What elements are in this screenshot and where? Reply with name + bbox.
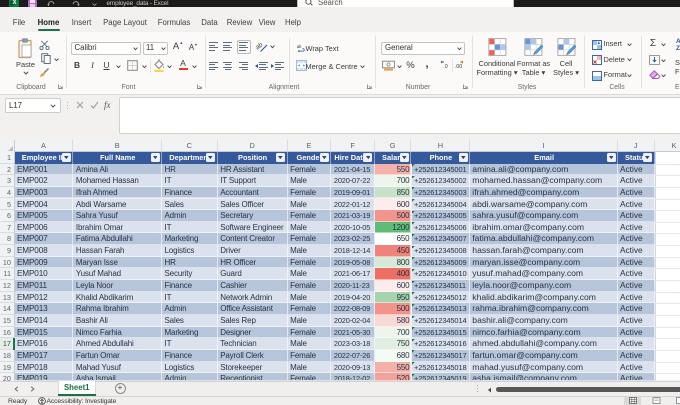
svg-text:ab: ab	[296, 44, 301, 49]
